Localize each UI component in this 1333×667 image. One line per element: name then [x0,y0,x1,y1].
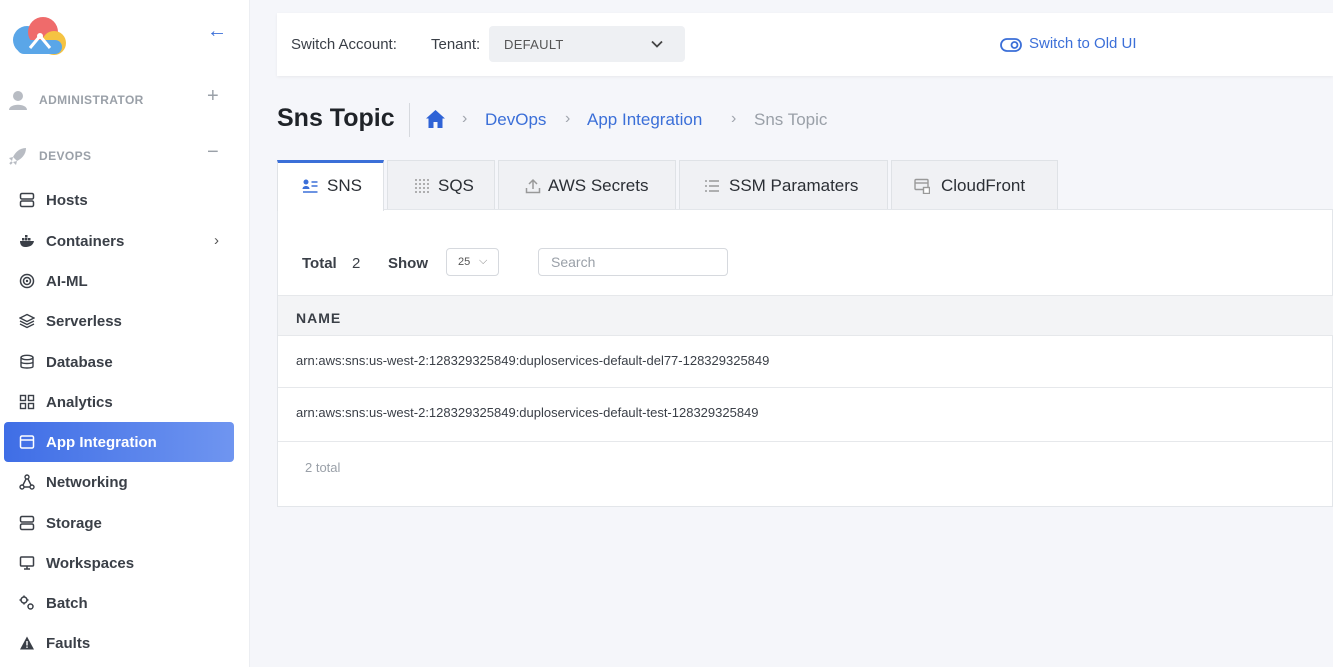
tab-aws-secrets[interactable]: AWS Secrets [498,160,676,210]
table-footer-total: 2 total [305,460,341,475]
toggle-icon [1000,38,1022,52]
dots-grid-icon [415,179,429,193]
sidebar: ← ADMINISTRATOR + DEVOPS − Hosts Contain… [0,0,250,667]
sidebar-item-database[interactable]: Database [4,342,234,382]
sidebar-item-ai-ml[interactable]: AI-ML [4,261,234,301]
storage-icon [19,515,35,531]
target-icon [19,273,35,289]
switch-to-old-ui-label: Switch to Old UI [1029,35,1137,52]
monitor-icon [19,556,35,570]
title-divider [409,103,410,137]
sidebar-item-storage[interactable]: Storage [4,503,234,543]
tab-ssm-paramaters[interactable]: SSM Paramaters [679,160,888,210]
topic-name-cell: arn:aws:sns:us-west-2:128329325849:duplo… [296,405,759,420]
tenant-label: Tenant: [431,36,481,53]
sidebar-item-label: Analytics [46,394,113,411]
sns-table-card: Total 2 Show 25 ⌵ NAME arn:aws:sns:us-we… [277,209,1333,507]
grid-icon [19,394,35,410]
sidebar-item-label: App Integration [46,434,157,451]
home-icon[interactable] [425,109,446,129]
show-label: Show [388,255,428,272]
sidebar-item-batch[interactable]: Batch [4,583,234,623]
tab-sns[interactable]: SNS [277,160,384,211]
breadcrumb-devops[interactable]: DevOps [485,110,546,130]
table-row[interactable]: arn:aws:sns:us-west-2:128329325849:duplo… [278,388,1333,442]
sidebar-item-workspaces[interactable]: Workspaces [4,543,234,583]
tab-sqs[interactable]: SQS [387,160,495,210]
sidebar-item-label: Database [46,354,113,371]
breadcrumb-separator: › [565,110,571,127]
breadcrumb-current: Sns Topic [754,110,828,129]
search-input[interactable] [538,248,728,276]
total-label: Total [302,255,337,272]
window-icon [19,435,35,449]
tab-label: CloudFront [941,176,1026,195]
sidebar-item-faults[interactable]: Faults [4,623,234,663]
sidebar-item-networking[interactable]: Networking [4,462,234,502]
page-size-select[interactable]: 25 ⌵ [446,248,499,276]
sidebar-item-label: Faults [46,635,91,652]
list-icon [705,180,719,192]
upload-icon [525,178,541,194]
breadcrumb-separator: › [731,110,737,127]
top-bar: Switch Account: Tenant: DEFAULT Switch t… [277,13,1333,76]
breadcrumb-app-integration[interactable]: App Integration [587,110,702,130]
section-devops[interactable]: DEVOPS − [0,140,250,170]
sidebar-item-label: Networking [46,474,128,491]
cloudfront-icon [914,178,930,194]
tab-cloudfront[interactable]: CloudFront [891,160,1058,210]
duplocloud-logo[interactable] [10,16,68,56]
column-header-name[interactable]: NAME [296,310,341,326]
collapse-sidebar-icon[interactable]: ← [207,20,227,42]
tab-label: SNS [327,176,362,195]
table-row[interactable]: arn:aws:sns:us-west-2:128329325849:duplo… [278,336,1333,388]
layers-icon [19,313,35,329]
cogs-icon [19,595,34,610]
sidebar-item-label: AI-ML [46,273,88,290]
page-title: Sns Topic [277,104,395,132]
topic-name-cell: arn:aws:sns:us-west-2:128329325849:duplo… [296,353,770,368]
chevron-right-icon: › [214,232,219,249]
sidebar-item-app-integration[interactable]: App Integration [4,422,234,462]
chevron-down-icon [651,40,663,48]
user-icon [9,91,27,110]
expand-icon[interactable]: + [207,86,219,106]
tenant-select[interactable]: DEFAULT [489,26,685,62]
sidebar-item-hosts[interactable]: Hosts [4,180,234,220]
network-icon [19,474,35,490]
section-label: ADMINISTRATOR [39,93,144,107]
server-icon [19,192,35,208]
sidebar-item-serverless[interactable]: Serverless [4,301,234,341]
list-user-icon [302,179,318,193]
page-size-value: 25 [458,256,471,268]
collapse-icon[interactable]: − [207,142,219,162]
total-count: 2 [352,255,361,272]
docker-icon [20,235,34,247]
tab-label: SSM Paramaters [729,176,859,195]
table-header: NAME [278,295,1333,336]
sidebar-item-label: Serverless [46,313,122,330]
breadcrumb-separator: › [462,110,468,127]
sidebar-item-analytics[interactable]: Analytics [4,382,234,422]
sidebar-item-containers[interactable]: Containers › [4,221,234,261]
database-icon [20,354,34,369]
sidebar-item-label: Batch [46,595,88,612]
sidebar-item-label: Storage [46,515,102,532]
section-administrator[interactable]: ADMINISTRATOR + [0,84,250,114]
tenant-value: DEFAULT [504,37,564,52]
tab-label: SQS [438,176,474,195]
chevron-down-icon: ⌵ [479,255,488,267]
sidebar-item-label: Containers [46,233,125,250]
warning-icon [20,636,34,650]
rocket-icon [9,148,26,165]
section-label: DEVOPS [39,149,92,163]
tab-label: AWS Secrets [548,176,649,195]
sidebar-item-label: Hosts [46,192,88,209]
switch-account-label: Switch Account: [291,36,397,53]
sidebar-item-label: Workspaces [46,555,135,572]
